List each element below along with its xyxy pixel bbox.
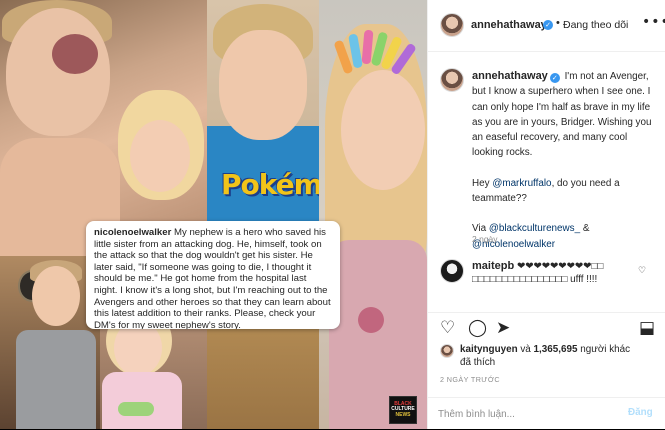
post-side-panel: annehathaway ✓ • Đang theo dõi ••• anneh… [427, 0, 665, 429]
verified-badge-icon: ✓ [543, 20, 553, 30]
comments-section[interactable]: annehathaway ✓ I'm not an Avenger, but I … [428, 52, 665, 312]
post-actions: ♡ ◯ ➤ ⬓ kaitynguyen và 1,365,695 người k… [428, 312, 665, 429]
liker-username[interactable]: kaitynguyen [460, 344, 518, 355]
mention-link[interactable]: @blackculturenews_ [489, 223, 580, 234]
more-options-icon[interactable]: ••• [642, 14, 665, 30]
commenter-avatar[interactable] [440, 259, 464, 283]
author-avatar[interactable] [440, 13, 464, 37]
repost-username: nicolenoelwalker [94, 227, 172, 238]
author-username[interactable]: annehathaway [471, 19, 547, 31]
photo-boy-pokemon-shirt: Pokémon [207, 0, 319, 256]
post-image[interactable]: Pokémon nicolenoelwalker My nephew is a … [0, 0, 427, 429]
add-comment-bar: Đăng [428, 397, 665, 430]
comment-like-icon[interactable]: ♡ [638, 266, 646, 276]
girl-face [130, 120, 190, 192]
caption-line-markruffalo: Hey @markruffalo, do you need a teammate… [472, 177, 620, 205]
comment-input[interactable] [438, 406, 618, 422]
likes-line2: đã thích [460, 356, 496, 368]
boy-face [219, 30, 307, 140]
caption-line-via: Via @blackculturenews_ & @nicolenoelwalk… [472, 223, 590, 250]
green-bow [118, 402, 154, 416]
following-button[interactable]: Đang theo dõi [563, 19, 628, 31]
bruise-mark [52, 34, 98, 74]
commenter-username[interactable]: maitepb [472, 260, 514, 272]
black-culture-news-logo: BLACK CULTURE NEWS [389, 396, 417, 424]
shirt-print-text: Pokémon [221, 168, 319, 201]
author-avatar[interactable] [440, 68, 464, 92]
repost-text: My nephew is a hero who saved his little… [94, 227, 331, 329]
post-header: annehathaway ✓ • Đang theo dõi ••• [428, 0, 665, 52]
caption-body: I'm not an Avenger, but I know a superhe… [472, 71, 652, 159]
verified-badge-icon: ✓ [549, 73, 560, 83]
photo-injured-boy [0, 0, 207, 256]
caption-timestamp: 2 ngày [472, 234, 498, 244]
boy-face [6, 8, 110, 136]
pink-dress [102, 372, 182, 429]
likes-count[interactable]: 1,365,695 [534, 344, 578, 355]
bookmark-icon[interactable]: ⬓ [639, 318, 655, 338]
post-caption: annehathaway ✓ I'm not an Avenger, but I … [472, 69, 652, 252]
logo-word-3: NEWS [395, 411, 411, 418]
comment-bubble-icon[interactable]: ◯ [468, 318, 487, 338]
heart-icon[interactable]: ♡ [440, 318, 455, 338]
boy-face [32, 266, 80, 326]
post-date: 2 NGÀY TRƯỚC [440, 375, 500, 384]
likes-summary[interactable]: kaitynguyen và 1,365,695 người khác đã t… [460, 344, 656, 369]
hair-clips [333, 29, 419, 90]
grey-vest [16, 330, 96, 429]
liker-avatar[interactable] [440, 344, 454, 358]
mention-link[interactable]: @markruffalo [492, 178, 551, 189]
separator-dot: • [556, 17, 560, 29]
share-plane-icon[interactable]: ➤ [496, 318, 510, 338]
photo-girl-hairclips [319, 0, 427, 429]
post-comment-button[interactable]: Đăng [628, 407, 653, 418]
comment-item: maitepb ❤❤❤❤❤❤❤❤❤□□ □□□□□□□□□□□□□□□□ uff… [472, 260, 646, 287]
sequin-unicorn [341, 290, 401, 350]
photo-boy-in-vest [0, 256, 100, 429]
caption-username[interactable]: annehathaway [472, 70, 548, 82]
repost-caption-card: nicolenoelwalker My nephew is a hero who… [86, 221, 340, 329]
